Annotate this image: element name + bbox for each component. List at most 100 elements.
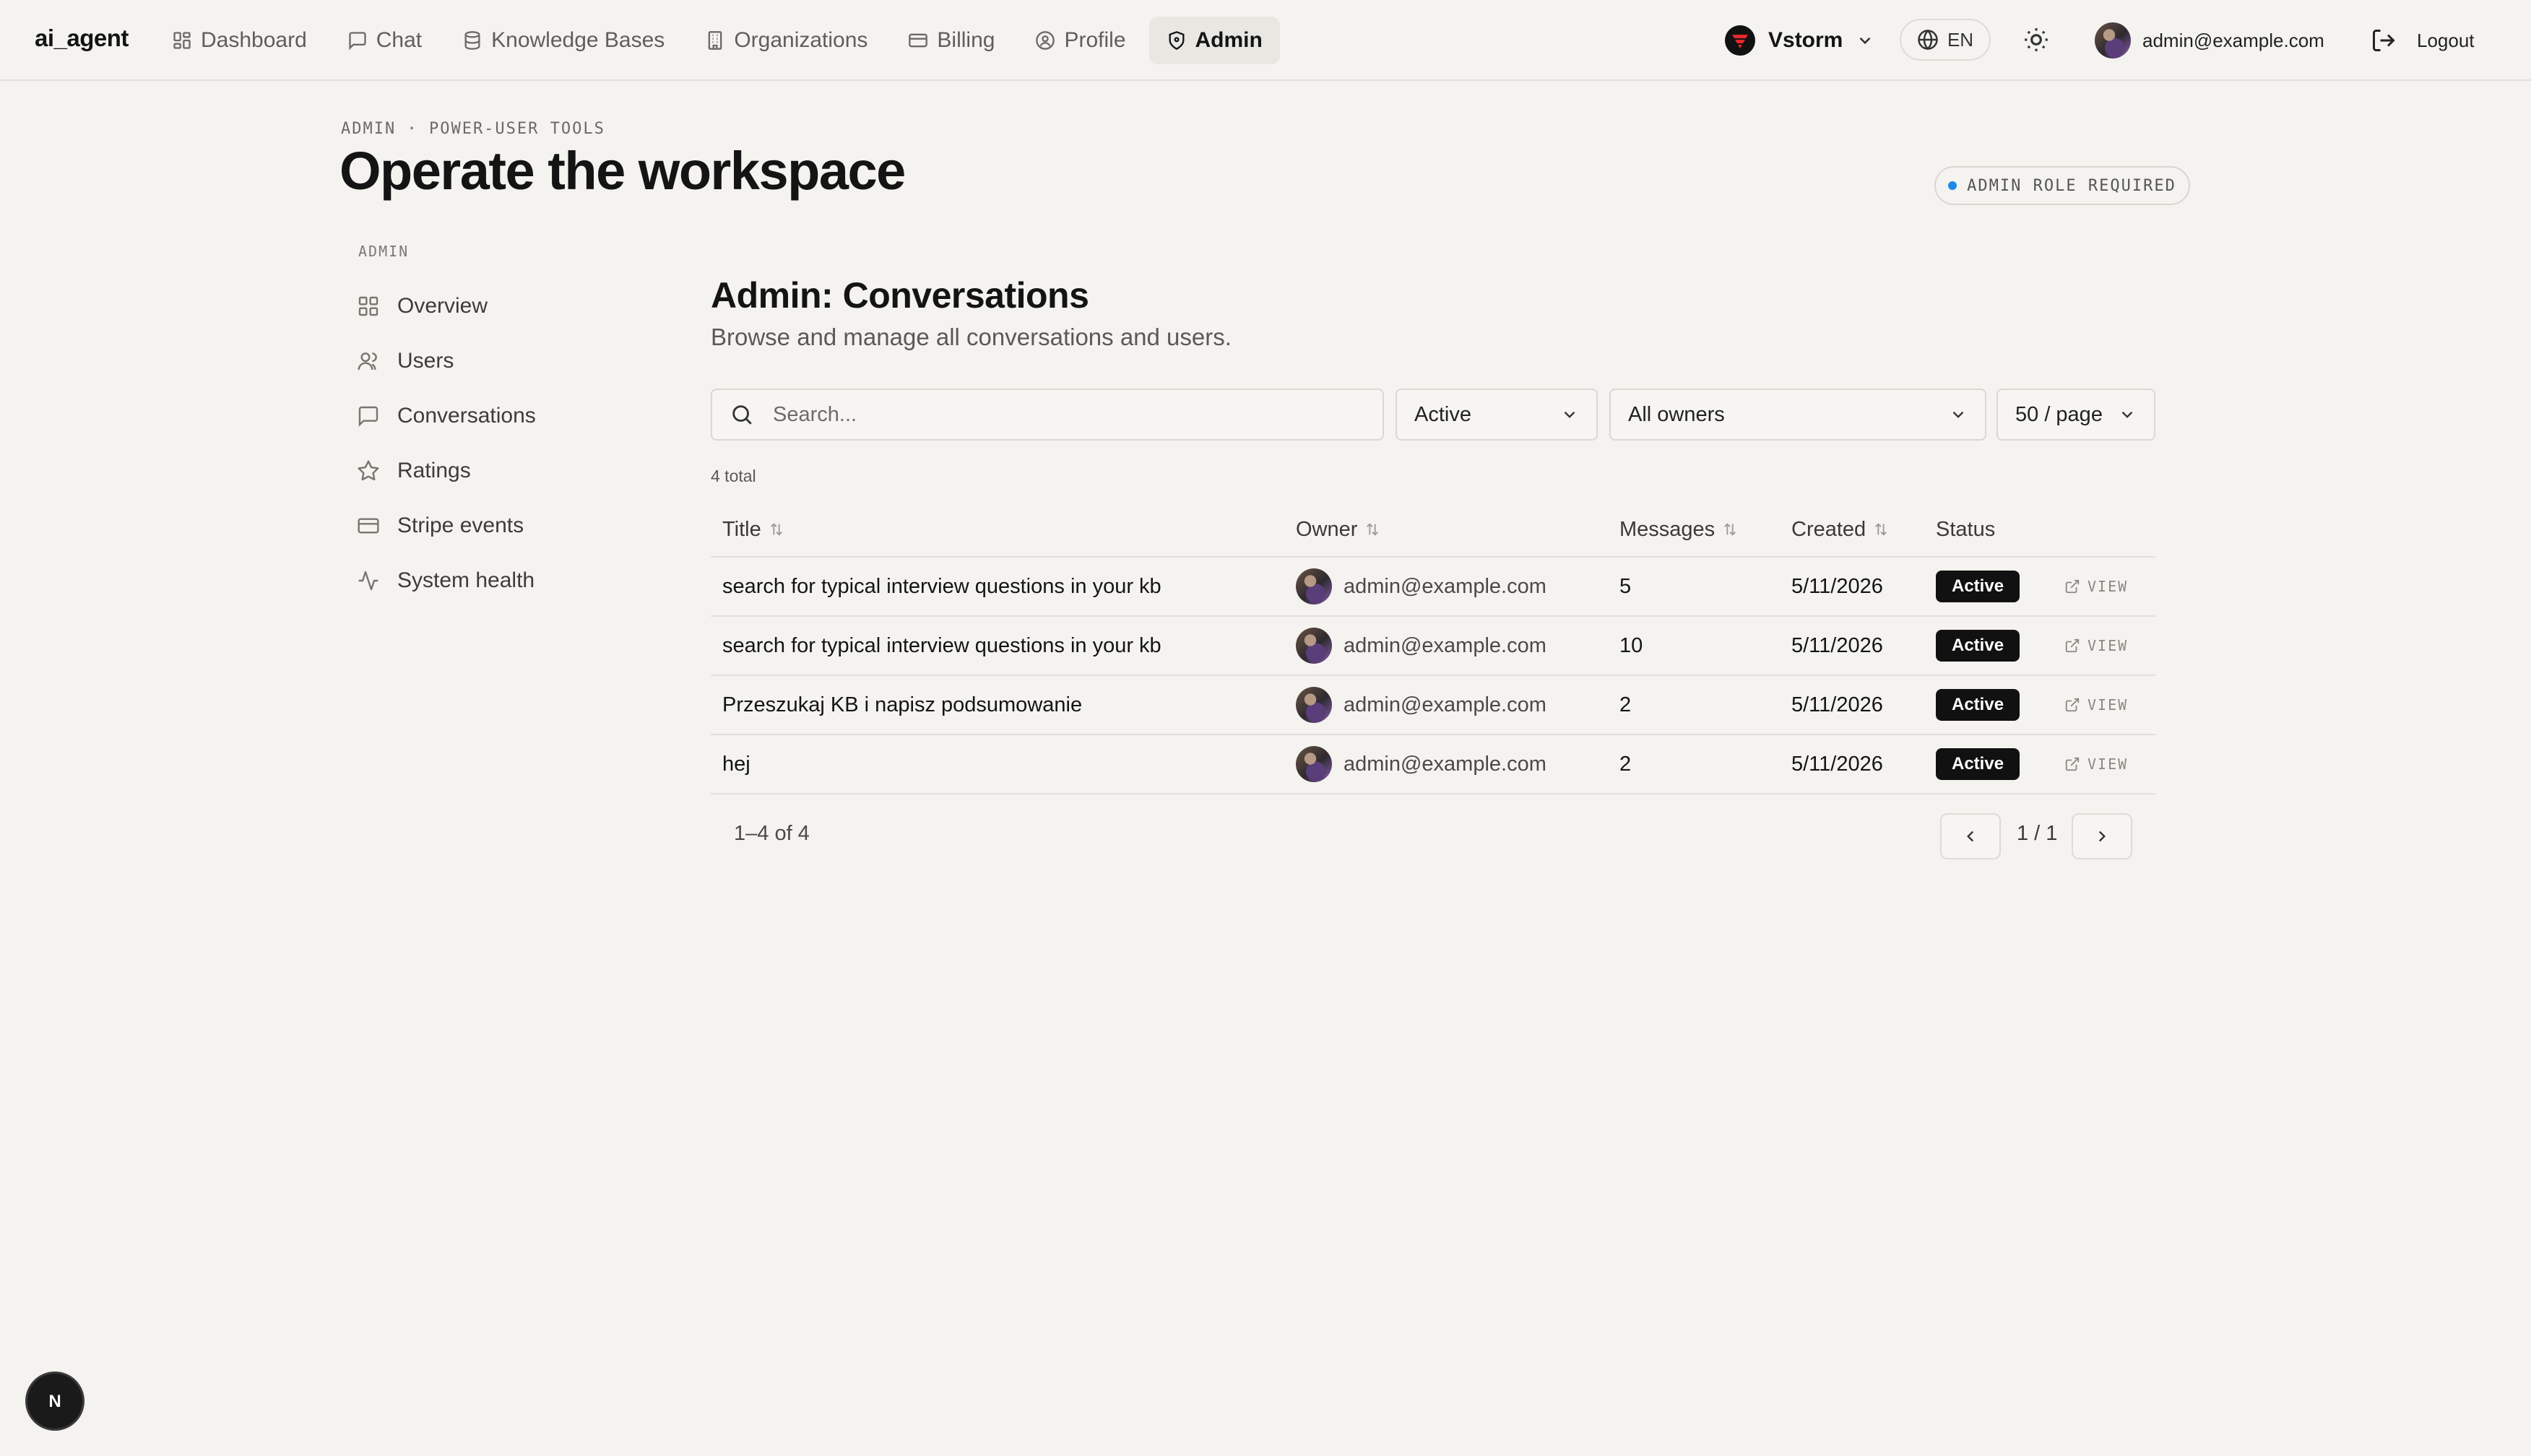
nav-organizations[interactable]: Organizations [688,17,885,64]
nav-admin[interactable]: Admin [1148,17,1280,64]
view-label: VIEW [2087,755,2129,773]
sidebar-item-ratings[interactable]: Ratings [357,443,646,498]
row-owner: admin@example.com [1296,617,1546,675]
view-button[interactable]: VIEW [2064,558,2128,615]
section-title: Admin: Conversations [711,275,1089,316]
column-header-messages[interactable]: Messages [1619,503,1738,556]
prev-page-button[interactable] [1940,813,2001,859]
activity-icon [357,569,380,592]
main-nav: Dashboard Chat Knowledge Bases Organizat… [155,16,1280,65]
column-header-status: Status [1936,503,1995,556]
sidebar-item-system-health[interactable]: System health [357,553,646,608]
row-messages: 5 [1619,574,1632,598]
brand-logo[interactable]: ai_agent [35,25,129,52]
logout-icon [2371,27,2397,53]
status-badge: Active [1936,748,2020,780]
column-header-created[interactable]: Created [1791,503,1889,556]
theme-toggle-sun-icon[interactable] [2022,26,2050,53]
sort-icon [1364,521,1380,537]
nav-billing[interactable]: Billing [891,17,1012,64]
avatar [1296,568,1332,604]
column-label: Created [1791,517,1866,541]
sidebar-section-label: ADMIN [358,243,410,260]
nav-label: Chat [376,28,423,52]
row-messages: 10 [1619,633,1643,657]
row-created: 5/11/2026 [1791,574,1883,598]
sidebar-item-users[interactable]: Users [357,334,646,389]
sidebar-item-conversations[interactable]: Conversations [357,389,646,443]
owner-email: admin@example.com [1344,633,1546,657]
search-icon [730,402,754,427]
status-dot [1948,181,1957,190]
chevron-down-icon [1949,405,1968,424]
table-row[interactable]: search for typical interview questions i… [711,617,2155,676]
search-input[interactable] [771,402,1367,428]
nav-profile[interactable]: Profile [1018,17,1143,64]
card-icon [357,514,380,537]
users-icon [357,350,380,373]
row-status: Active [1936,676,2020,734]
fab-letter: N [48,1392,61,1411]
external-link-icon [2064,697,2080,713]
row-created: 5/11/2026 [1791,752,1883,776]
table-row[interactable]: search for typical interview questions i… [711,558,2155,617]
logout-label: Logout [2417,29,2475,51]
column-label: Owner [1296,517,1358,541]
shield-icon [1167,30,1187,51]
next-page-button[interactable] [2072,813,2132,859]
page-size-select[interactable]: 50 / page [1996,389,2155,441]
owner-email: admin@example.com [1344,574,1546,598]
row-owner: admin@example.com [1296,676,1546,734]
column-label: Messages [1619,517,1716,541]
chevron-down-icon [1856,31,1874,50]
row-title: hej [722,752,750,776]
view-label: VIEW [2087,578,2129,595]
top-navbar: ai_agent Dashboard Chat Knowledge Bases … [0,0,2531,81]
sidebar-item-overview[interactable]: Overview [357,279,646,334]
column-header-owner[interactable]: Owner [1296,503,1380,556]
org-logo-icon [1725,25,1755,56]
user-menu[interactable]: admin@example.com [2095,22,2324,59]
table-row[interactable]: hej admin@example.com 2 5/11/2026 Active… [711,735,2155,794]
row-messages: 2 [1619,693,1632,716]
view-button[interactable]: VIEW [2064,735,2128,793]
sidebar-item-label: Ratings [397,459,471,482]
dev-tools-button[interactable]: N [27,1374,82,1429]
org-switcher[interactable]: Vstorm [1725,22,1874,59]
sidebar-item-label: Overview [397,294,488,318]
logout-button[interactable]: Logout [2371,26,2475,55]
nav-chat[interactable]: Chat [330,17,439,64]
row-status: Active [1936,617,2020,675]
nav-label: Organizations [734,28,868,52]
status-filter-select[interactable]: Active [1396,389,1598,441]
nav-knowledge-bases[interactable]: Knowledge Bases [445,17,682,64]
owner-filter-value: All owners [1628,402,1725,426]
view-button[interactable]: VIEW [2064,676,2128,734]
column-header-title[interactable]: Title [722,503,784,556]
nav-label: Knowledge Bases [491,28,665,52]
page-size-value: 50 / page [2015,402,2103,426]
sort-icon [769,521,784,537]
external-link-icon [2064,756,2080,772]
language-switcher[interactable]: EN [1900,19,1991,61]
view-button[interactable]: VIEW [2064,617,2128,675]
role-badge-label: ADMIN ROLE REQUIRED [1967,176,2176,195]
chevron-down-icon [2118,405,2137,424]
nav-dashboard[interactable]: Dashboard [155,17,324,64]
sidebar-item-label: System health [397,568,535,592]
table-row[interactable]: Przeszukaj KB i napisz podsumowanie admi… [711,676,2155,735]
avatar [1296,628,1332,664]
user-circle-icon [1035,30,1055,51]
building-icon [705,30,725,51]
star-icon [357,459,380,482]
view-label: VIEW [2087,696,2129,714]
owner-filter-select[interactable]: All owners [1609,389,1986,441]
sidebar-item-stripe-events[interactable]: Stripe events [357,498,646,553]
avatar [1296,746,1332,782]
status-badge: Active [1936,571,2020,602]
row-owner: admin@example.com [1296,558,1546,615]
grid-icon [172,30,192,51]
row-created: 5/11/2026 [1791,633,1883,657]
chevron-right-icon [2093,827,2111,846]
chevron-down-icon [1560,405,1579,424]
